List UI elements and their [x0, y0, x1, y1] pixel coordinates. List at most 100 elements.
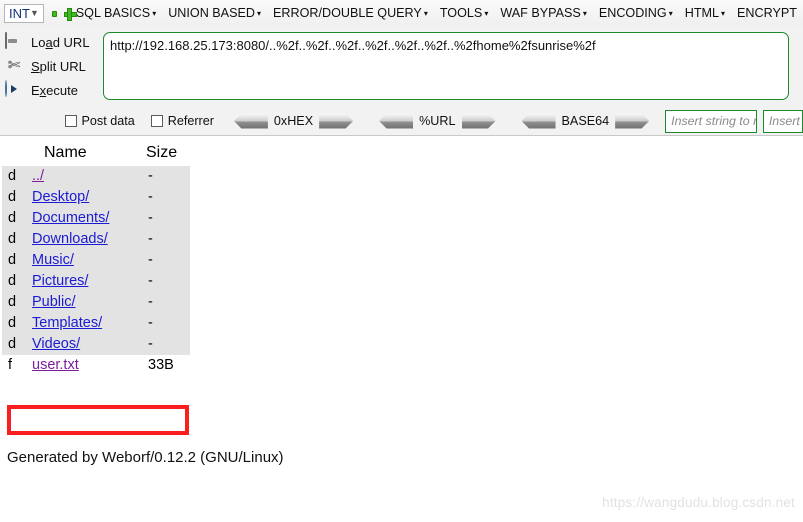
- menu-item-label: TOOLS: [439, 5, 483, 20]
- caret-down-icon: ▾: [256, 9, 261, 19]
- menu-item-label: HTML: [684, 5, 720, 20]
- file-link[interactable]: Templates/: [32, 315, 102, 331]
- file-link[interactable]: Downloads/: [32, 231, 108, 247]
- file-link[interactable]: Public/: [32, 294, 76, 310]
- type-select[interactable]: INT ▼: [4, 4, 44, 23]
- menu-item-label: ENCODING: [598, 5, 667, 20]
- menu-bar: INT ▼ SQL BASICS ▾ UNION BASED ▾ ERROR/DOUBL…: [0, 0, 803, 27]
- hex-label: 0xHEX: [273, 114, 314, 128]
- url-encode-label: %URL: [419, 114, 456, 128]
- split-url-button[interactable]: ✄ Split URL: [0, 54, 98, 78]
- hackbar-toolbar: INT ▼ SQL BASICS ▾ UNION BASED ▾ ERROR/DOUBL…: [0, 0, 803, 136]
- url-input[interactable]: http://192.168.25.173:8080/..%2f..%2f..%…: [103, 32, 789, 100]
- execute-button[interactable]: Execute: [0, 78, 98, 102]
- file-link[interactable]: Music/: [32, 252, 74, 268]
- column-name: Name: [44, 144, 87, 161]
- file-link[interactable]: Desktop/: [32, 189, 89, 205]
- type-select-value: INT: [9, 6, 30, 21]
- replace-string-input[interactable]: Insert replacement string: [762, 109, 803, 133]
- file-link[interactable]: Documents/: [32, 210, 109, 226]
- file-link[interactable]: user.txt: [32, 357, 79, 373]
- post-data-checkbox[interactable]: Post data: [64, 114, 135, 128]
- encoder-base64: BASE64: [521, 113, 650, 129]
- menu-item-error-double-query[interactable]: ERROR/DOUBLE QUERY ▾: [267, 0, 434, 27]
- app-window: INT ▼ SQL BASICS ▾ UNION BASED ▾ ERROR/DOUBL…: [0, 0, 803, 522]
- row-name-cell: Documents/: [26, 208, 142, 229]
- referrer-checkbox[interactable]: Referrer: [150, 114, 214, 128]
- row-name-cell: Public/: [26, 292, 142, 313]
- decode-hex-button[interactable]: [233, 113, 268, 129]
- table-row: f user.txt 33B: [2, 355, 190, 376]
- load-url-button[interactable]: Load URL: [0, 30, 98, 54]
- decode-url-button[interactable]: [379, 113, 414, 129]
- caret-down-icon: ▾: [423, 9, 428, 19]
- menu-item-waf-bypass[interactable]: WAF BYPASS ▾: [494, 0, 593, 27]
- menu-item-html[interactable]: HTML ▾: [679, 0, 731, 27]
- add-icon[interactable]: [63, 8, 77, 21]
- directory-rows: d ../- d Desktop/- d Documents/- d Downloads/- d…: [2, 166, 190, 376]
- search-string-input[interactable]: Insert string to replace: [665, 109, 757, 133]
- table-row: d Public/ -: [2, 292, 190, 313]
- file-link[interactable]: ../: [32, 168, 44, 184]
- menu-item-tools[interactable]: TOOLS ▾: [434, 0, 494, 27]
- row-type: d: [2, 250, 26, 271]
- menu-item-sql-basics[interactable]: SQL BASICS ▾: [70, 0, 162, 27]
- encode-base64-button[interactable]: [615, 113, 650, 129]
- row-name-cell: Templates/: [26, 313, 142, 334]
- row-type: d: [2, 187, 26, 208]
- row-size: -: [142, 166, 190, 187]
- decode-base64-button[interactable]: [521, 113, 556, 129]
- drive-icon: [5, 32, 23, 51]
- row-name-cell: Desktop/: [26, 187, 142, 208]
- menu-item-label: SQL BASICS: [75, 5, 151, 20]
- file-link[interactable]: Pictures/: [32, 273, 88, 289]
- row-size: -: [142, 208, 190, 229]
- row-name-cell: user.txt: [26, 355, 142, 376]
- table-row: d Music/ -: [2, 250, 190, 271]
- menu-item-encoding[interactable]: ENCODING ▾: [593, 0, 679, 27]
- table-row: d Documents/ -: [2, 208, 190, 229]
- table-row: d Pictures/ -: [2, 271, 190, 292]
- watermark: https://wangdudu.blog.csdn.net: [602, 495, 795, 510]
- row-name-cell: Downloads/: [26, 229, 142, 250]
- row-size: -: [142, 313, 190, 334]
- row-name-cell: ../: [26, 166, 142, 187]
- menu-item-label: WAF BYPASS: [500, 5, 581, 20]
- chevron-down-icon: ▼: [29, 8, 39, 18]
- post-data-label: Post data: [81, 114, 135, 128]
- menu-item-union-based[interactable]: UNION BASED ▾: [162, 0, 267, 27]
- row-size: -: [142, 187, 190, 208]
- post-data-checkbox-box[interactable]: [64, 115, 77, 127]
- caret-down-icon: ▾: [668, 9, 673, 19]
- menu-item-label: ERROR/DOUBLE QUERY: [273, 5, 422, 20]
- annotation-rectangle: [7, 405, 189, 435]
- base64-label: BASE64: [561, 114, 610, 128]
- caret-down-icon: ▾: [152, 9, 157, 19]
- row-type: f: [2, 355, 26, 376]
- file-link[interactable]: Videos/: [32, 336, 80, 352]
- scissors-icon: ✄: [7, 57, 21, 74]
- remove-icon[interactable]: [51, 10, 57, 17]
- table-row: d Downloads/ -: [2, 229, 190, 250]
- encode-url-button[interactable]: [461, 113, 496, 129]
- caret-down-icon: ▾: [582, 9, 587, 19]
- row-size: -: [142, 292, 190, 313]
- referrer-checkbox-box[interactable]: [150, 115, 163, 127]
- referrer-label: Referrer: [167, 114, 214, 128]
- row-type: d: [2, 229, 26, 250]
- row-size: 33B: [142, 355, 190, 376]
- table-row: d Videos/ -: [2, 334, 190, 355]
- row-type: d: [2, 208, 26, 229]
- row-name-cell: Music/: [26, 250, 142, 271]
- table-row: d ../ -: [2, 166, 190, 187]
- directory-listing: Name Size d ../ - d Desktop/ - d Documents/ - d Do…: [0, 142, 803, 376]
- menu-item-label: UNION BASED: [168, 5, 255, 20]
- encode-hex-button[interactable]: [319, 113, 354, 129]
- menu-item-encrypt[interactable]: ENCRYPT: [731, 0, 803, 27]
- row-type: d: [2, 271, 26, 292]
- menu-items: SQL BASICS ▾ UNION BASED ▾ ERROR/DOUBLE QUER…: [70, 0, 803, 27]
- row-name-cell: Pictures/: [26, 271, 142, 292]
- row-size: -: [142, 229, 190, 250]
- execute-label: Execute: [31, 82, 78, 98]
- row-type: d: [2, 313, 26, 334]
